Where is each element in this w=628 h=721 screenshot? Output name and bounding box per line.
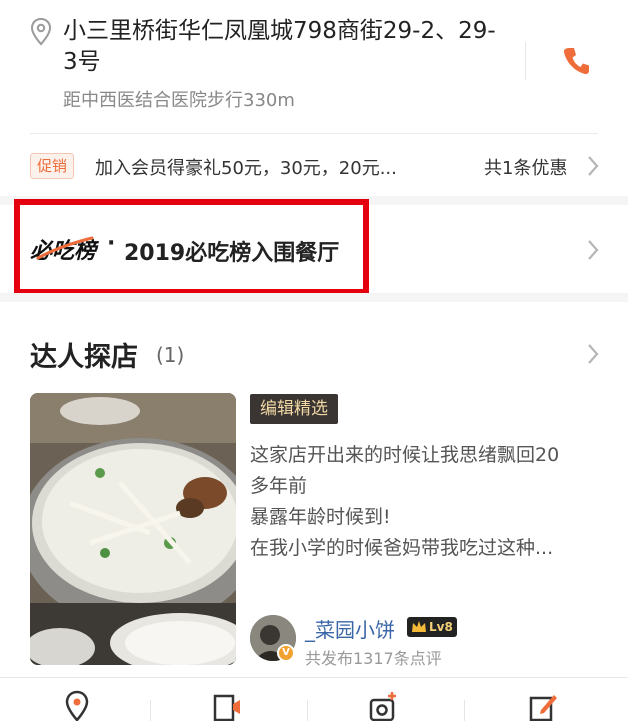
divider xyxy=(525,42,526,80)
add-photo-icon[interactable] xyxy=(368,690,398,721)
divider xyxy=(150,700,151,721)
location-icon[interactable] xyxy=(62,690,92,721)
level-text: Lv8 xyxy=(429,620,453,634)
section-gap xyxy=(0,293,628,302)
verified-badge: V xyxy=(277,644,295,662)
review-line: 暴露年龄时候到! xyxy=(250,506,391,528)
review-line: 这家店开出来的时候让我思绪飘回20 xyxy=(250,444,560,466)
promo-row[interactable]: 促销 加入会员得豪礼50元，30元，20元... 共1条优惠 xyxy=(0,134,628,196)
promo-badge: 促销 xyxy=(30,153,74,179)
section-count: (1) xyxy=(156,343,185,367)
hotpot-illustration xyxy=(30,393,236,665)
user-review-count: 共发布1317条点评 xyxy=(305,649,442,668)
chevron-right-icon xyxy=(588,240,599,260)
address-section[interactable]: 小三里桥街华仁凤凰城798商街29-2、29-3号 距中西医结合医院步行330m xyxy=(0,0,628,133)
divider xyxy=(464,700,465,721)
address-distance: 距中西医结合医院步行330m xyxy=(63,90,295,111)
crown-icon xyxy=(412,621,426,632)
bottom-toolbar xyxy=(0,677,628,721)
phone-icon[interactable] xyxy=(563,46,589,76)
review-line: 多年前 xyxy=(250,475,308,497)
user-name[interactable]: _菜园小饼 xyxy=(305,614,395,643)
editor-pick-tag: 编辑精选 xyxy=(250,394,338,424)
promo-text: 加入会员得豪礼50元，30元，20元... xyxy=(95,158,397,179)
divider xyxy=(307,700,308,721)
section-title: 达人探店 xyxy=(30,342,138,373)
food-photo[interactable] xyxy=(30,393,236,665)
must-eat-row[interactable]: 必吃榜 · 2019必吃榜入围餐厅 xyxy=(0,199,628,295)
write-review-icon[interactable] xyxy=(528,690,558,721)
highlight-frame xyxy=(14,199,369,295)
address-text: 小三里桥街华仁凤凰城798商街29-2、29-3号 xyxy=(63,18,496,75)
review-line: 在我小学的时候爸妈带我吃过这种... xyxy=(250,537,554,559)
location-pin-icon xyxy=(30,18,52,46)
promo-count: 共1条优惠 xyxy=(484,158,568,179)
chevron-right-icon[interactable] xyxy=(586,343,600,365)
video-icon[interactable] xyxy=(212,690,242,721)
chevron-right-icon xyxy=(588,156,599,176)
level-badge: Lv8 xyxy=(407,617,457,637)
review-excerpt[interactable]: 这家店开出来的时候让我思绪飘回20 多年前 暴露年龄时候到! 在我小学的时候爸妈… xyxy=(250,440,600,564)
